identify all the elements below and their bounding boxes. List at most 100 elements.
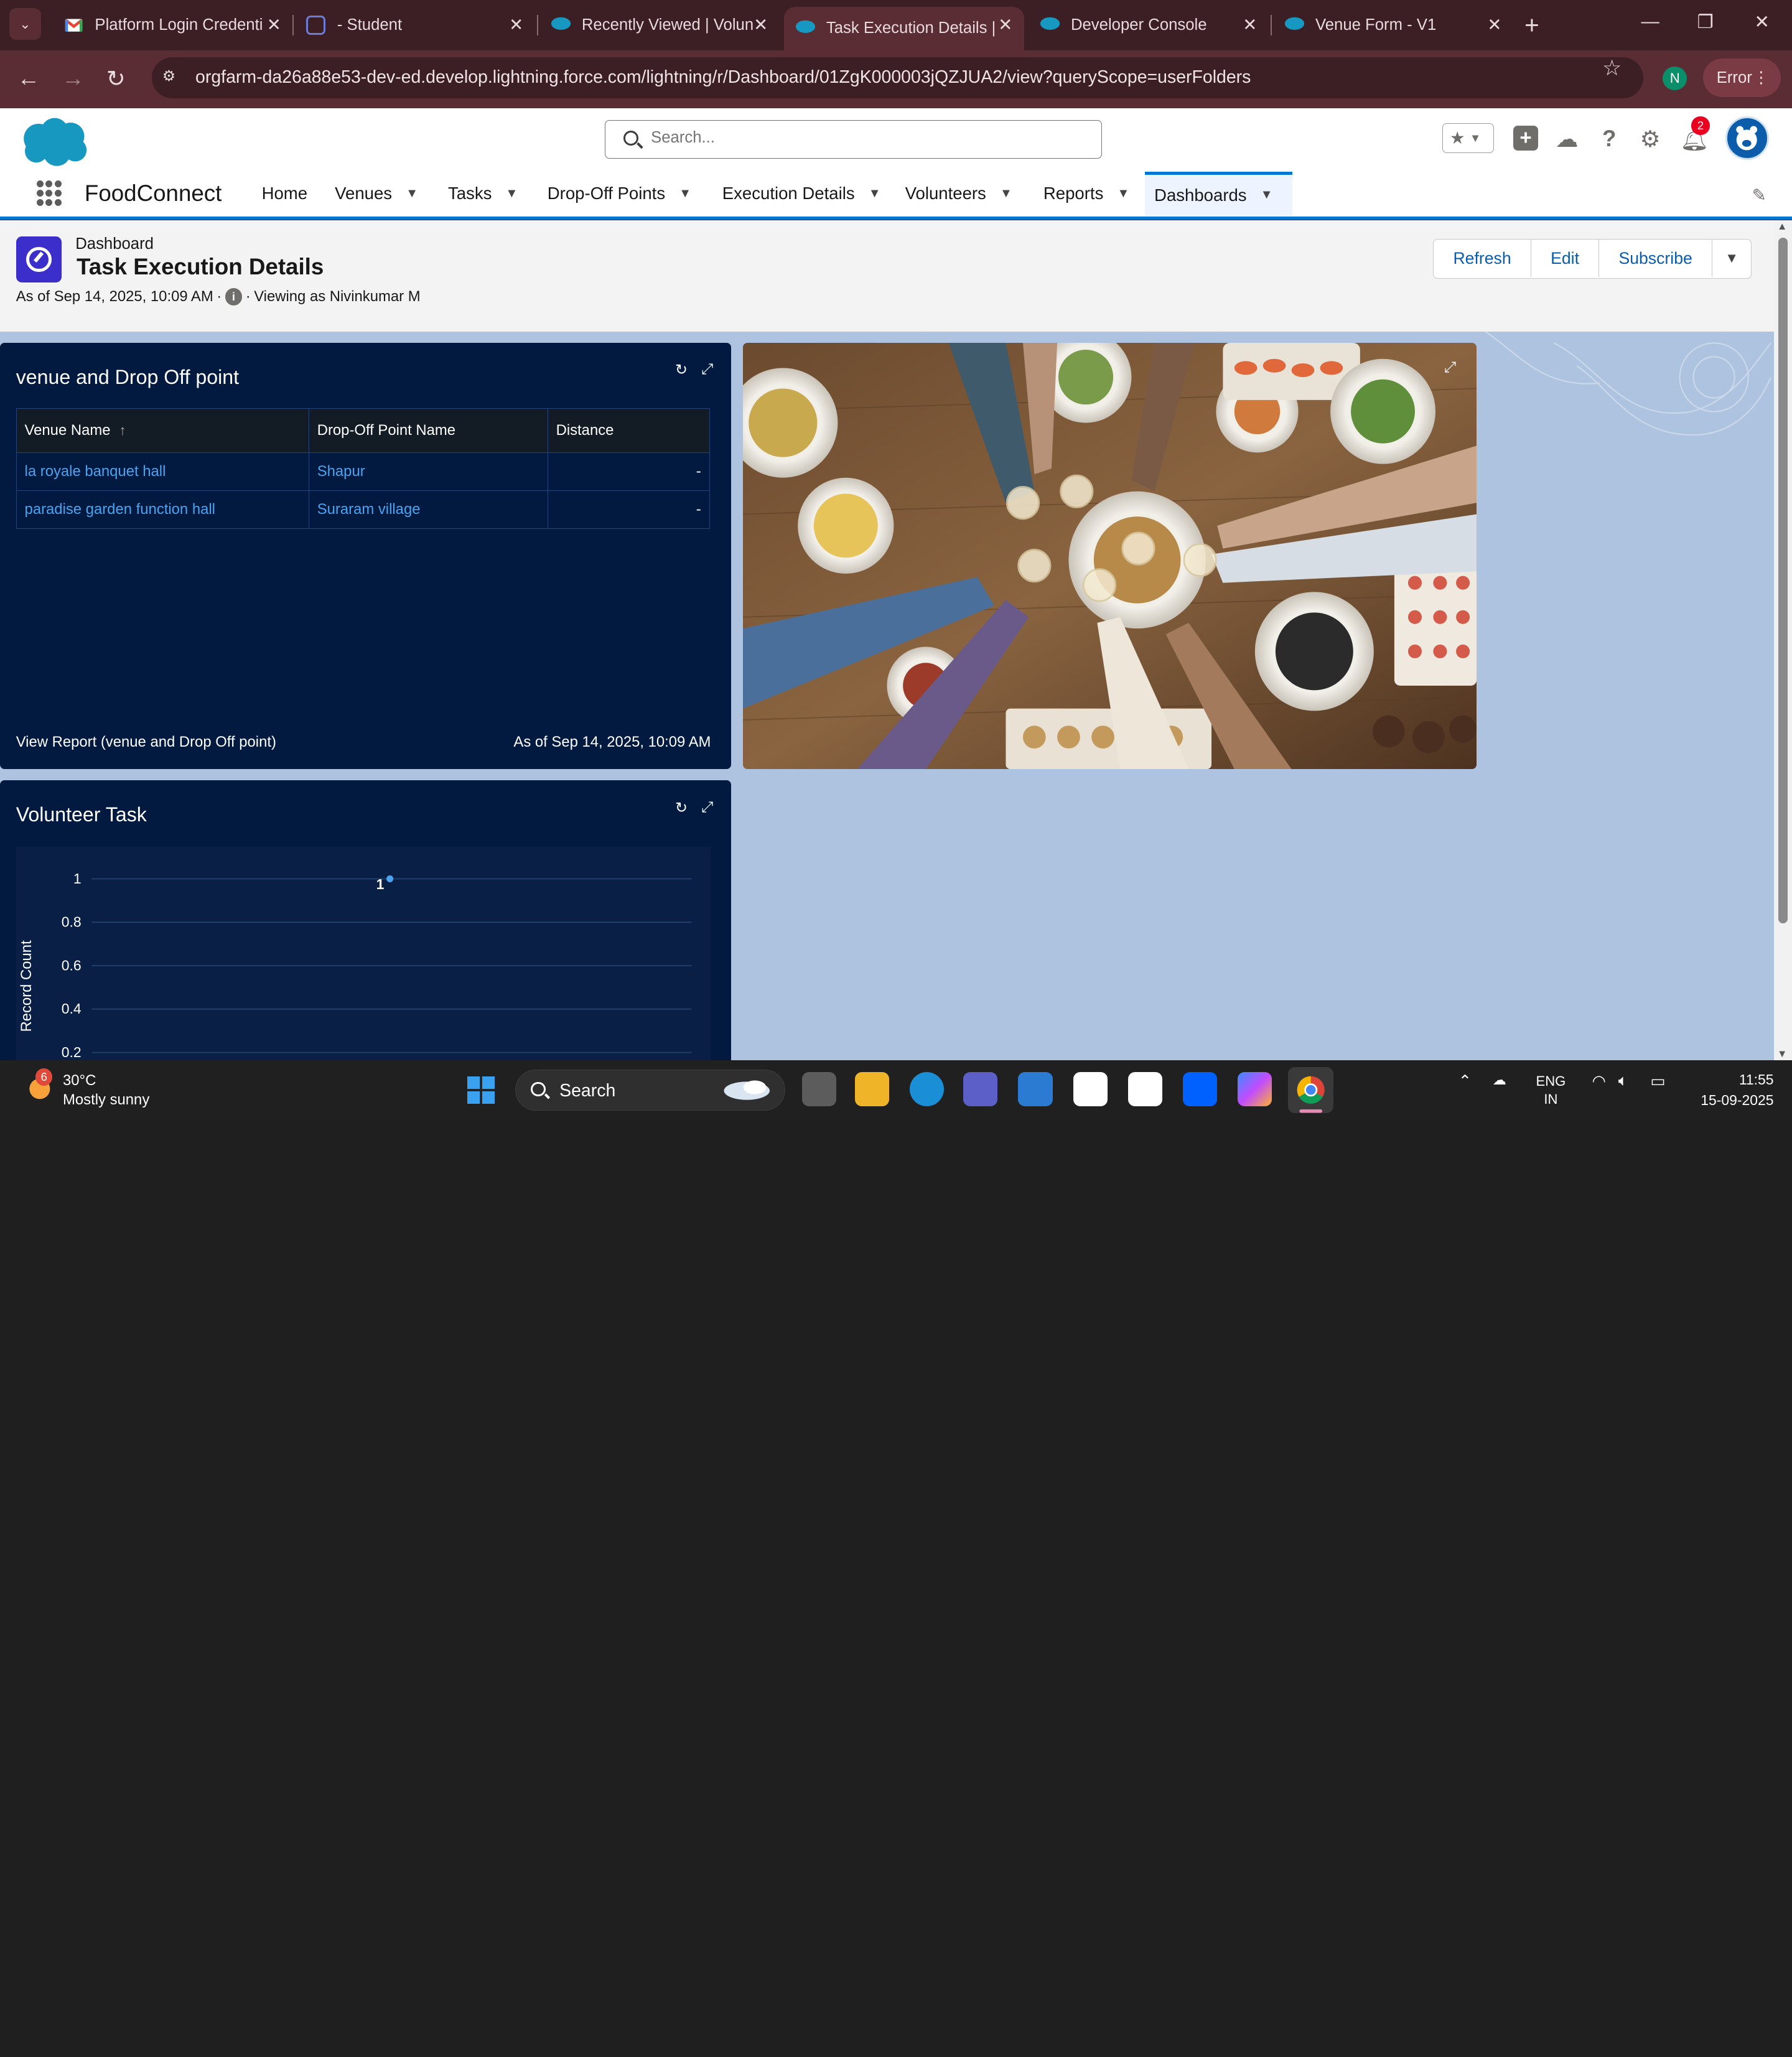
close-tab-icon[interactable]: ✕ bbox=[267, 15, 281, 35]
chevron-down-icon[interactable]: ▼ bbox=[1261, 188, 1273, 202]
tab-title: Task Execution Details | bbox=[826, 19, 996, 37]
edit-button[interactable]: Edit bbox=[1531, 239, 1600, 278]
nav-item-volunteers[interactable]: Volunteers ▼ bbox=[896, 172, 1022, 217]
favorites-button[interactable]: ★ ▼ bbox=[1442, 123, 1494, 154]
refresh-widget-icon[interactable]: ↻ bbox=[675, 361, 688, 379]
nav-item-venues[interactable]: Venues ▼ bbox=[325, 172, 427, 217]
lang-line-2: IN bbox=[1544, 1091, 1558, 1108]
amazon-app-icon[interactable] bbox=[1127, 1071, 1162, 1106]
amazon-icon[interactable] bbox=[1073, 1071, 1108, 1106]
column-header-drop-off-point[interactable]: Drop-Off Point Name bbox=[308, 408, 548, 454]
salesforce-logo[interactable] bbox=[18, 116, 91, 173]
wifi-icon[interactable]: ◠ bbox=[1592, 1072, 1606, 1091]
browser-tab-recently-viewed[interactable]: Recently Viewed | Volun ✕ bbox=[539, 7, 780, 44]
browser-tab-gmail[interactable]: Platform Login Credenti ✕ bbox=[52, 7, 292, 44]
drop-off-link[interactable]: Suraram village bbox=[308, 490, 548, 529]
battery-icon[interactable]: ▭ bbox=[1650, 1072, 1665, 1091]
close-tab-icon[interactable]: ✕ bbox=[509, 15, 523, 35]
language-indicator[interactable]: ENG IN bbox=[1536, 1072, 1566, 1109]
page-scrollbar[interactable]: ▲ ▼ bbox=[1773, 220, 1792, 1061]
back-icon[interactable]: ← bbox=[17, 65, 40, 91]
data-point[interactable] bbox=[386, 875, 393, 882]
close-tab-icon[interactable]: ✕ bbox=[754, 15, 768, 35]
scroll-up-icon[interactable]: ▲ bbox=[1777, 220, 1787, 233]
browser-tab-developer-console[interactable]: Developer Console ✕ bbox=[1029, 7, 1269, 44]
volume-icon[interactable]: 🔈︎ bbox=[1618, 1072, 1628, 1091]
refresh-widget-icon[interactable]: ↻ bbox=[675, 799, 688, 817]
global-actions-icon[interactable]: + bbox=[1513, 126, 1539, 151]
windows-start-icon[interactable] bbox=[467, 1076, 495, 1109]
microsoft-store-icon[interactable] bbox=[1018, 1071, 1053, 1106]
copilot-icon[interactable] bbox=[1238, 1071, 1272, 1106]
task-view-icon[interactable] bbox=[802, 1071, 837, 1106]
refresh-button[interactable]: Refresh bbox=[1434, 239, 1531, 278]
close-tab-icon[interactable]: ✕ bbox=[1487, 15, 1501, 35]
scrollbar-thumb[interactable] bbox=[1778, 238, 1788, 924]
nav-label: Home bbox=[261, 184, 308, 203]
scroll-down-icon[interactable]: ▼ bbox=[1777, 1048, 1787, 1060]
chevron-down-icon[interactable]: ▼ bbox=[679, 187, 691, 201]
address-bar[interactable]: ⚙ orgfarm-da26a88e53-dev-ed.develop.ligh… bbox=[152, 57, 1644, 98]
taskbar-search[interactable]: Search bbox=[515, 1070, 785, 1111]
chevron-down-icon[interactable]: ▼ bbox=[505, 187, 518, 201]
nav-item-tasks[interactable]: Tasks ▼ bbox=[439, 172, 527, 217]
close-window-icon[interactable]: ✕ bbox=[1754, 11, 1770, 33]
close-tab-icon[interactable]: ✕ bbox=[1243, 15, 1257, 35]
setup-gear-icon[interactable]: ⚙ bbox=[1640, 126, 1661, 152]
dropbox-icon[interactable] bbox=[1182, 1071, 1218, 1106]
venue-link[interactable]: la royale banquet hall bbox=[16, 452, 309, 491]
column-header-venue-name[interactable]: Venue Name ↑ bbox=[16, 408, 309, 454]
nav-item-reports[interactable]: Reports ▼ bbox=[1034, 172, 1139, 217]
close-tab-icon[interactable]: ✕ bbox=[998, 15, 1012, 35]
global-search-input[interactable] bbox=[651, 128, 1085, 147]
browser-tab-student[interactable]: - Student ✕ bbox=[295, 7, 535, 44]
chevron-down-icon[interactable]: ▼ bbox=[406, 187, 418, 201]
view-report-link[interactable]: View Report (venue and Drop Off point) bbox=[16, 734, 276, 751]
chrome-icon[interactable] bbox=[1287, 1067, 1334, 1113]
nav-item-dashboards[interactable]: Dashboards ▼ bbox=[1145, 171, 1293, 217]
browser-tab-task-execution[interactable]: Task Execution Details | ✕ bbox=[783, 7, 1024, 50]
teams-icon[interactable] bbox=[963, 1071, 998, 1106]
nav-item-drop-off-points[interactable]: Drop-Off Points ▼ bbox=[538, 172, 701, 217]
bookmark-star-icon[interactable]: ☆ bbox=[1602, 56, 1622, 81]
chevron-down-icon[interactable]: ▼ bbox=[1117, 187, 1129, 201]
system-clock[interactable]: 11:55 15-09-2025 bbox=[1698, 1070, 1773, 1111]
nav-item-home[interactable]: Home bbox=[253, 172, 317, 217]
show-hidden-icons-chevron[interactable]: ⌃ bbox=[1458, 1072, 1472, 1091]
global-search[interactable] bbox=[604, 119, 1102, 159]
restore-icon[interactable]: ❐ bbox=[1697, 11, 1713, 33]
site-info-icon[interactable]: ⚙ bbox=[162, 67, 180, 85]
reload-icon[interactable]: ↻ bbox=[106, 65, 126, 92]
onedrive-icon[interactable]: ☁ bbox=[1493, 1072, 1506, 1088]
more-actions-chevron-icon[interactable]: ▼ bbox=[1712, 239, 1752, 278]
edit-nav-pencil-icon[interactable]: ✎ bbox=[1752, 185, 1766, 205]
expand-icon[interactable]: ⤢ bbox=[701, 361, 713, 379]
error-button[interactable]: Error ⋮ bbox=[1702, 58, 1781, 98]
app-launcher-icon[interactable] bbox=[36, 180, 62, 206]
trailhead-icon[interactable]: ☁ bbox=[1556, 126, 1579, 152]
minimize-icon[interactable]: — bbox=[1641, 11, 1659, 32]
nav-item-execution-details[interactable]: Execution Details ▼ bbox=[713, 172, 890, 217]
expand-icon[interactable]: ⤢ bbox=[701, 799, 713, 817]
chevron-down-icon[interactable]: ▼ bbox=[869, 187, 881, 201]
browser-tab-venue-form[interactable]: Venue Form - V1 ✕ bbox=[1273, 7, 1513, 44]
drop-off-link[interactable]: Shapur bbox=[308, 452, 548, 491]
column-header-distance[interactable]: Distance bbox=[547, 408, 710, 454]
tab-search-chevron-icon[interactable]: ⌄ bbox=[9, 7, 42, 40]
sort-ascending-icon[interactable]: ↑ bbox=[119, 422, 126, 438]
chevron-down-icon: ▼ bbox=[1469, 131, 1482, 145]
tab-title: Recently Viewed | Volun bbox=[581, 16, 754, 34]
forward-icon[interactable]: → bbox=[62, 65, 85, 91]
weather-temp: 30°C bbox=[63, 1071, 96, 1089]
info-icon[interactable]: i bbox=[225, 288, 243, 306]
subscribe-button[interactable]: Subscribe bbox=[1599, 239, 1713, 278]
profile-avatar[interactable]: N bbox=[1663, 66, 1687, 91]
edge-browser-icon[interactable] bbox=[910, 1071, 945, 1106]
user-avatar[interactable] bbox=[1725, 116, 1770, 161]
venue-link[interactable]: paradise garden function hall bbox=[16, 490, 309, 529]
expand-icon[interactable]: ⤢ bbox=[1444, 359, 1456, 376]
file-explorer-icon[interactable] bbox=[854, 1071, 889, 1106]
new-tab-icon[interactable]: + bbox=[1524, 11, 1539, 40]
help-icon[interactable]: ? bbox=[1602, 126, 1616, 152]
chevron-down-icon[interactable]: ▼ bbox=[1000, 187, 1012, 201]
